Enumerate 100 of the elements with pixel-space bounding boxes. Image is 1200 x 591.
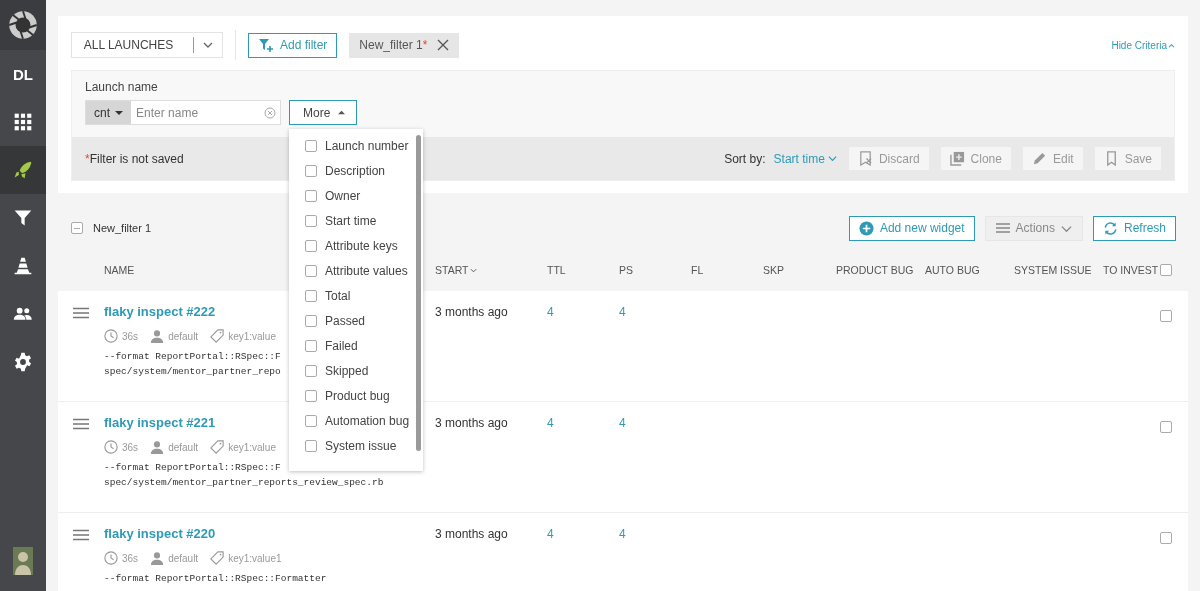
avatar-icon [13, 547, 33, 575]
close-icon [437, 39, 450, 51]
checkbox[interactable] [305, 364, 317, 377]
launch-row[interactable]: flaky inspect #220 36s default key1:value1 --format ReportPortal::RSpec::Formatter 3 months ago 4 4 [58, 513, 1188, 591]
checkbox[interactable] [305, 164, 317, 177]
column-header[interactable]: NAME [104, 264, 135, 276]
tag-icon [210, 440, 225, 454]
menu-option[interactable]: Start time [305, 208, 416, 233]
row-checkbox[interactable] [1160, 421, 1172, 433]
owner: default [168, 552, 199, 564]
menu-option[interactable]: Failed [305, 333, 416, 358]
menu-option[interactable]: Skipped [305, 358, 416, 383]
person-icon [150, 440, 165, 454]
discard-icon [857, 151, 873, 166]
collapse-checkbox[interactable] [71, 222, 83, 234]
aperture-logo-icon [8, 10, 38, 40]
filter-tab[interactable]: New_filter 1* [349, 32, 460, 58]
column-header[interactable]: START [435, 264, 478, 276]
rocket-icon[interactable] [13, 160, 33, 180]
cone-icon[interactable] [13, 256, 33, 276]
description-line: --format ReportPortal::RSpec::F [104, 351, 281, 362]
duration: 36s [122, 330, 139, 342]
plus-circle-icon [858, 220, 874, 236]
row-checkbox[interactable] [1160, 310, 1172, 322]
column-header[interactable]: SKP [763, 264, 784, 276]
attribute: key1:value [228, 330, 276, 342]
launch-selector[interactable]: ALL LAUNCHES [71, 32, 223, 58]
caret-up-icon [1168, 41, 1175, 49]
caret-down-icon [115, 108, 123, 117]
checkbox[interactable] [305, 339, 317, 352]
menu-option[interactable]: Passed [305, 308, 416, 333]
select-all-checkbox[interactable] [1160, 264, 1172, 276]
menu-icon [73, 529, 89, 541]
menu-option[interactable]: System issue [305, 433, 416, 458]
clone-icon [949, 151, 965, 166]
field-label: Launch name [85, 80, 159, 94]
column-header[interactable]: PS [619, 264, 633, 276]
start-time: 3 months ago [435, 415, 509, 430]
checkbox[interactable] [305, 214, 317, 227]
checkbox[interactable] [305, 314, 317, 327]
checkbox[interactable] [305, 239, 317, 252]
gear-icon[interactable] [13, 352, 33, 372]
column-header[interactable]: FL [691, 264, 704, 276]
more-button[interactable]: More [289, 100, 358, 125]
description-line: --format ReportPortal::RSpec::Formatter [104, 573, 327, 584]
unsaved-notice: *Filter is not saved [85, 151, 184, 166]
pencil-icon [1031, 151, 1047, 166]
checkbox[interactable] [305, 189, 317, 202]
menu-option[interactable]: Launch number [305, 133, 416, 158]
condition-select[interactable]: cnt [86, 101, 131, 124]
menu-icon [73, 418, 89, 430]
project-badge[interactable]: DL [13, 65, 33, 83]
owner: default [168, 441, 199, 453]
checkbox[interactable] [305, 439, 317, 452]
filter-plus-icon [258, 37, 274, 53]
start-time: 3 months ago [435, 526, 509, 541]
menu-option[interactable]: Attribute keys [305, 233, 416, 258]
row-checkbox[interactable] [1160, 532, 1172, 544]
sort-label: Sort by: [724, 151, 766, 166]
start-time: 3 months ago [435, 304, 509, 319]
scrollbar[interactable] [416, 135, 421, 451]
menu-option[interactable]: Description [305, 158, 416, 183]
clock-icon [104, 551, 118, 565]
caret-up-icon [338, 109, 346, 116]
duration: 36s [122, 552, 139, 564]
checkbox[interactable] [305, 139, 317, 152]
column-header[interactable]: TO INVEST [1103, 264, 1159, 276]
clock-icon [104, 440, 118, 454]
sort-caret-icon [470, 266, 478, 274]
grid-icon[interactable] [13, 112, 33, 132]
column-header[interactable]: PRODUCT BUG [836, 264, 914, 276]
checkbox[interactable] [305, 389, 317, 402]
column-header[interactable]: SYSTEM ISSUE [1014, 264, 1092, 276]
name-filter-field[interactable]: cnt Enter name [85, 100, 281, 125]
clear-icon [264, 106, 276, 119]
menu-icon [73, 307, 89, 319]
chevron-icon [827, 154, 837, 163]
tag-icon [210, 551, 225, 565]
tag-icon [210, 329, 225, 343]
person-icon [150, 329, 165, 343]
person-icon [150, 551, 165, 565]
checkbox[interactable] [305, 264, 317, 277]
column-header[interactable]: TTL [547, 264, 566, 276]
attribute: key1:value [228, 441, 276, 453]
description-line: spec/system/mentor_partner_repo [104, 366, 281, 377]
description-line: --format ReportPortal::RSpec::F [104, 462, 281, 473]
menu-option[interactable]: Owner [305, 183, 416, 208]
menu-option[interactable]: Automation bug [305, 408, 416, 433]
filter-name: New_filter 1 [93, 222, 152, 234]
checkbox[interactable] [305, 289, 317, 302]
filter-icon[interactable] [13, 208, 33, 228]
column-header[interactable]: AUTO BUG [925, 264, 980, 276]
refresh-icon [1102, 220, 1118, 236]
clock-icon [104, 329, 118, 343]
checkbox[interactable] [305, 414, 317, 427]
menu-icon [995, 222, 1010, 234]
menu-option[interactable]: Attribute values [305, 258, 416, 283]
duration: 36s [122, 441, 139, 453]
description-line: spec/system/mentor_partner_reports_review_spec.rb [104, 477, 384, 488]
attribute: key1:value1 [228, 552, 282, 564]
